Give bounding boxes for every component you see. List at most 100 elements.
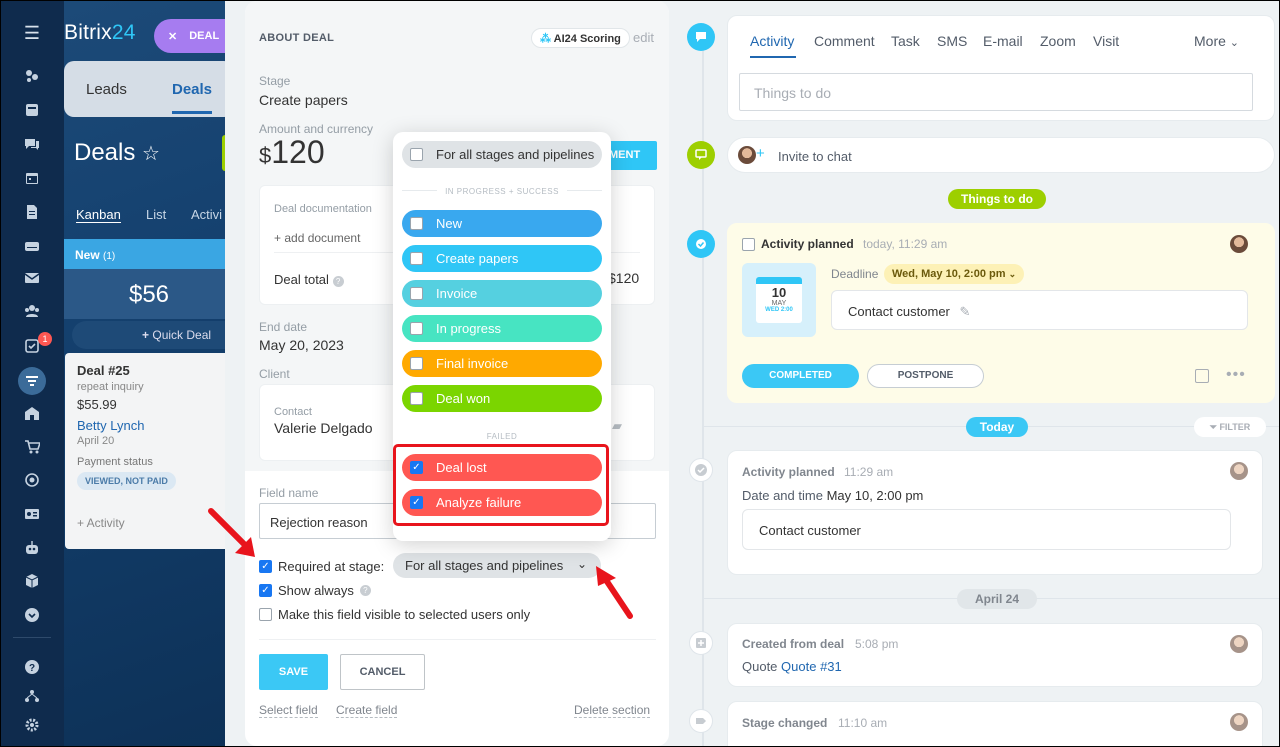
card-add-activity[interactable]: + Activity: [77, 516, 222, 530]
view-list[interactable]: List: [146, 207, 166, 222]
chat-icon[interactable]: ▰: [612, 418, 628, 433]
save-button[interactable]: SAVE: [259, 654, 328, 690]
id-card-icon[interactable]: [23, 505, 41, 523]
planned-text[interactable]: Contact customer ✎: [831, 290, 1248, 330]
rail-divider: [13, 637, 51, 638]
stage-option-checkbox[interactable]: [410, 322, 423, 335]
stage-option[interactable]: Create papers: [402, 245, 602, 272]
card-title: Deal #25: [77, 363, 130, 378]
tab-email[interactable]: E-mail: [983, 33, 1023, 49]
invite-node: [687, 141, 715, 169]
help-icon[interactable]: ?: [332, 276, 344, 287]
deadline-label: Deadline: [831, 267, 879, 281]
view-activity[interactable]: Activi: [191, 207, 222, 222]
tab-visit[interactable]: Visit: [1093, 33, 1119, 49]
todo-input[interactable]: Things to do: [739, 73, 1253, 111]
payment-button[interactable]: MENT: [609, 141, 657, 170]
tab-sms[interactable]: SMS: [937, 33, 967, 49]
required-stage-select[interactable]: For all stages and pipelines ⌄: [393, 553, 601, 578]
structure-icon[interactable]: [23, 687, 41, 705]
quick-deal-button[interactable]: + Quick Deal: [72, 321, 242, 349]
ai-scoring-chip[interactable]: ⁂ AI24 Scoring: [531, 28, 630, 48]
more-down-icon[interactable]: [23, 606, 41, 624]
calendar-icon: 10 MAY WED 2:00: [756, 277, 802, 323]
tab-leads[interactable]: Leads: [86, 81, 127, 98]
store-icon[interactable]: [23, 404, 41, 422]
pencil-icon[interactable]: ✎: [960, 304, 971, 319]
contacts-icon[interactable]: [23, 302, 41, 320]
past-title: Activity planned: [742, 465, 835, 479]
tag-icon: [696, 718, 706, 724]
stage-option-checkbox[interactable]: [410, 217, 423, 230]
timeline-activity-node: [687, 23, 715, 51]
planned-activity-card: Activity planned today, 11:29 am 10 MAY …: [727, 223, 1275, 403]
plus-icon: +: [756, 145, 765, 162]
stage-option[interactable]: In progress: [402, 315, 602, 342]
show-always-row: ✓ Show always ?: [259, 583, 371, 598]
stage-option-checkbox[interactable]: [410, 252, 423, 265]
mail-icon[interactable]: [23, 269, 41, 287]
visible-checkbox[interactable]: [259, 608, 272, 621]
card-contact[interactable]: Betty Lynch: [77, 418, 222, 433]
select-field-link[interactable]: Select field: [259, 703, 318, 718]
crm-filter-icon[interactable]: [23, 372, 41, 390]
option-all-stages[interactable]: For all stages and pipelines: [402, 141, 602, 168]
show-always-checkbox[interactable]: ✓: [259, 584, 272, 597]
stage-option[interactable]: Deal won: [402, 385, 602, 412]
stage-option-label: New: [436, 216, 463, 231]
target-icon[interactable]: [23, 471, 41, 489]
delete-section-link[interactable]: Delete section: [574, 703, 651, 718]
calendar-icon[interactable]: [23, 169, 41, 187]
arrow-annotation: [208, 508, 255, 557]
tab-comment[interactable]: Comment: [814, 33, 875, 49]
completed-button[interactable]: COMPLETED: [742, 364, 859, 388]
help-icon[interactable]: ?: [359, 585, 371, 596]
tab-activity[interactable]: Activity: [750, 33, 794, 49]
contact-value[interactable]: Valerie Delgado: [274, 420, 373, 436]
docs-icon[interactable]: [23, 203, 41, 221]
stage-option[interactable]: New: [402, 210, 602, 237]
required-label: Required at stage:: [278, 559, 385, 574]
planned-checkbox[interactable]: [742, 238, 755, 251]
help-icon[interactable]: ?: [23, 658, 41, 676]
star-icon[interactable]: ☆: [142, 143, 160, 165]
settings-gear-icon[interactable]: [23, 716, 41, 734]
cart-icon[interactable]: [23, 438, 41, 456]
quote-link[interactable]: Quote #31: [781, 659, 842, 674]
stage-option-label: Create papers: [436, 251, 519, 266]
tab-zoom[interactable]: Zoom: [1040, 33, 1076, 49]
sep-line: [567, 190, 602, 191]
menu-icon[interactable]: ☰: [23, 23, 41, 43]
invite-chat-bar[interactable]: + Invite to chat: [727, 137, 1275, 173]
note-icon[interactable]: [1195, 369, 1209, 383]
stage-value: Create papers: [259, 92, 348, 108]
create-field-link[interactable]: Create field: [336, 703, 398, 718]
robot-icon[interactable]: [23, 539, 41, 557]
tab-task[interactable]: Task: [891, 33, 920, 49]
postpone-button[interactable]: POSTPONE: [867, 364, 984, 388]
feed-icon[interactable]: [23, 67, 41, 85]
highlight-box: [393, 444, 609, 526]
drive-icon[interactable]: [23, 237, 41, 255]
more-dots-icon[interactable]: •••: [1226, 366, 1246, 384]
chat-icon[interactable]: [23, 135, 41, 153]
filter-button[interactable]: ⏷ FILTER: [1194, 417, 1266, 437]
tab-deals[interactable]: Deals: [172, 81, 212, 98]
all-stages-checkbox[interactable]: [410, 148, 423, 161]
stage-option[interactable]: Invoice: [402, 280, 602, 307]
stage-option-checkbox[interactable]: [410, 287, 423, 300]
card-amount: $55.99: [77, 397, 117, 412]
close-icon[interactable]: ✕: [168, 30, 177, 43]
view-kanban[interactable]: Kanban: [76, 207, 121, 223]
collab-icon[interactable]: [23, 101, 41, 119]
edit-link[interactable]: edit: [633, 30, 654, 45]
add-document-link[interactable]: + add document: [274, 231, 360, 245]
deadline-chip[interactable]: Wed, May 10, 2:00 pm ⌄: [884, 264, 1025, 284]
stage-option[interactable]: Final invoice: [402, 350, 602, 377]
stage-option-checkbox[interactable]: [410, 392, 423, 405]
box-icon[interactable]: [23, 572, 41, 590]
cancel-button[interactable]: CANCEL: [340, 654, 425, 690]
stage-option-checkbox[interactable]: [410, 357, 423, 370]
created-time: 5:08 pm: [855, 637, 899, 651]
tab-more[interactable]: More ⌄: [1194, 33, 1239, 49]
